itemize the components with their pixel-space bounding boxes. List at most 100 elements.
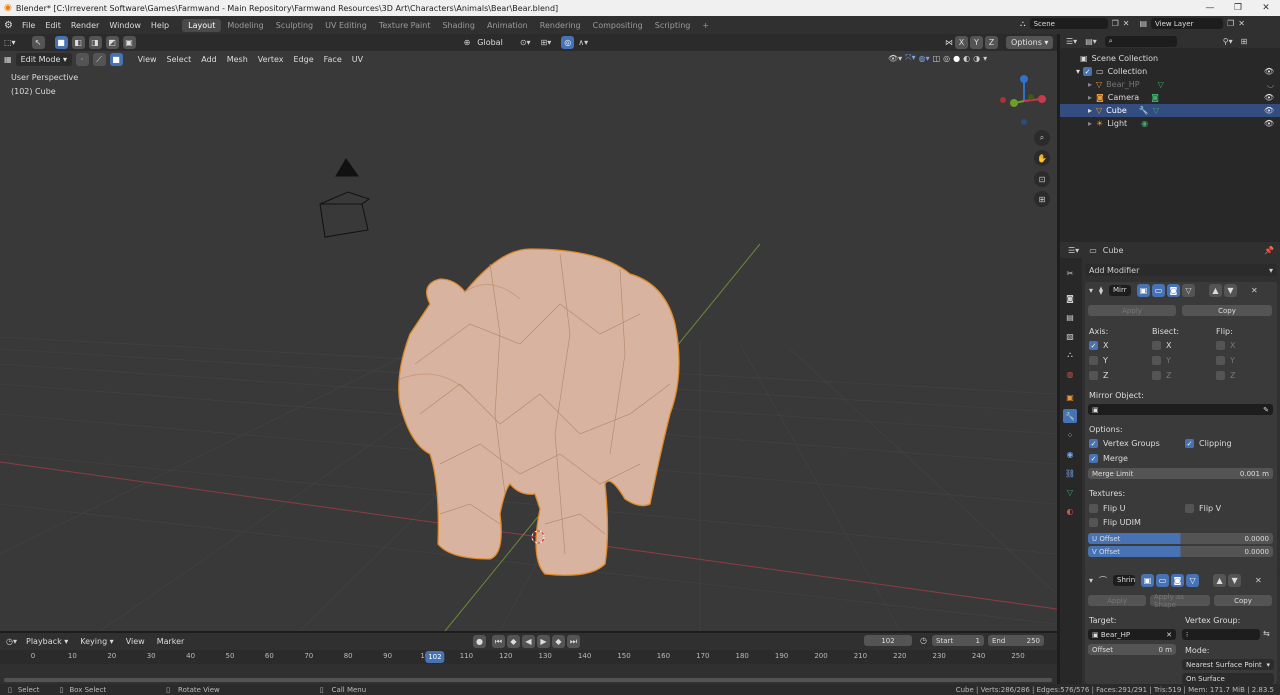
jump-start-icon[interactable]: ⏮ xyxy=(492,635,505,648)
shrinkwrap-name-field[interactable]: Shrin xyxy=(1113,574,1135,586)
bisect-x-checkbox[interactable] xyxy=(1152,341,1161,350)
view-layer-field[interactable]: View Layer xyxy=(1151,18,1224,29)
particles-tab-icon[interactable]: ⁘ xyxy=(1063,428,1077,442)
menu-render[interactable]: Render xyxy=(66,21,104,30)
play-icon[interactable]: ▶ xyxy=(537,635,550,648)
output-tab-icon[interactable]: ▤ xyxy=(1063,310,1077,324)
shrinkwrap-apply-button[interactable]: Apply xyxy=(1088,595,1146,606)
add-workspace-icon[interactable]: + xyxy=(696,19,715,32)
modifier-tab-icon[interactable]: 🔧 xyxy=(1063,409,1077,423)
menu-window[interactable]: Window xyxy=(104,21,146,30)
viewport-menu-vertex[interactable]: Vertex xyxy=(255,55,287,64)
edit-mode-toggle-icon[interactable]: ▣ xyxy=(1141,573,1155,587)
viewport-menu-view[interactable]: View xyxy=(135,55,160,64)
mode-icon[interactable]: ▦ xyxy=(4,55,12,64)
mirror-apply-button[interactable]: Apply xyxy=(1088,305,1176,316)
record-icon[interactable]: ● xyxy=(473,635,486,648)
rendered-shading-icon[interactable]: ◑ xyxy=(973,54,980,63)
expand-arrow-icon[interactable]: ▸ xyxy=(1088,93,1092,102)
shading-options-icon[interactable]: ▾ xyxy=(983,54,987,63)
outliner-item-camera[interactable]: ▸ ◙ Camera ◙ 👁 xyxy=(1060,91,1280,104)
edit-mode-dropdown[interactable]: Edit Mode ▾ xyxy=(15,53,72,66)
remove-modifier-icon[interactable]: ✕ xyxy=(1251,286,1258,295)
options-dropdown[interactable]: Options ▾ xyxy=(1006,36,1054,49)
current-frame-field[interactable]: 102 xyxy=(864,635,912,646)
mirror-object-field[interactable]: ▣ ✎ xyxy=(1088,404,1273,415)
start-frame-field[interactable]: Start 1 xyxy=(932,635,984,646)
viewport-menu-face[interactable]: Face xyxy=(321,55,345,64)
collection-eye-icon[interactable]: 👁 xyxy=(1264,67,1274,76)
properties-editor-icon[interactable]: ☰▾ xyxy=(1068,246,1079,255)
face-select-icon[interactable]: ■ xyxy=(109,53,123,66)
expand-arrow-icon[interactable]: ▸ xyxy=(1088,106,1092,115)
tool-tab-icon[interactable]: ✂ xyxy=(1063,266,1077,280)
v-offset-field[interactable]: V Offset 0.0000 xyxy=(1088,546,1273,557)
zoom-icon[interactable]: ⌕ xyxy=(1034,130,1050,146)
workspace-tab-layout[interactable]: Layout xyxy=(182,18,222,32)
workspace-tab-modeling[interactable]: Modeling xyxy=(221,19,269,32)
outliner-scene-collection[interactable]: ▣ Scene Collection xyxy=(1060,52,1280,65)
workspace-tab-rendering[interactable]: Rendering xyxy=(534,19,587,32)
minimize-button[interactable]: — xyxy=(1196,0,1224,16)
bear-hp-eye-icon[interactable]: ◡ xyxy=(1267,80,1274,89)
select-mode-intersect-icon[interactable]: ▣ xyxy=(122,36,136,49)
on-cage-toggle-icon[interactable]: ▽ xyxy=(1181,283,1195,297)
physics-tab-icon[interactable]: ◉ xyxy=(1063,447,1077,461)
gizmo-toggle-icon[interactable]: ⤧▾ xyxy=(905,53,915,63)
move-down-icon[interactable]: ▼ xyxy=(1223,283,1237,297)
timeline-menu-keying[interactable]: Keying ▾ xyxy=(77,637,116,646)
workspace-tab-texture-paint[interactable]: Texture Paint xyxy=(373,19,437,32)
data-tab-icon[interactable]: ▽ xyxy=(1063,485,1077,499)
axis-z-checkbox[interactable] xyxy=(1089,371,1098,380)
camera-view-icon[interactable]: ⊡ xyxy=(1034,171,1050,187)
collapse-arrow-icon[interactable]: ▾ xyxy=(1089,576,1093,585)
solid-shading-icon[interactable]: ● xyxy=(953,54,960,63)
outliner-display-mode-icon[interactable]: ▤▾ xyxy=(1085,37,1097,46)
expand-arrow-icon[interactable]: ▸ xyxy=(1088,119,1092,128)
workspace-tab-shading[interactable]: Shading xyxy=(436,19,481,32)
expand-arrow-icon[interactable]: ▾ xyxy=(1076,67,1080,76)
jump-end-icon[interactable]: ⏭ xyxy=(567,635,580,648)
workspace-tab-animation[interactable]: Animation xyxy=(481,19,534,32)
expand-arrow-icon[interactable]: ▸ xyxy=(1088,80,1092,89)
timeline-menu-playback[interactable]: Playback ▾ xyxy=(23,637,71,646)
light-eye-icon[interactable]: 👁 xyxy=(1264,119,1274,128)
perspective-toggle-icon[interactable]: ⊞ xyxy=(1034,191,1050,207)
view-layer-icon[interactable]: ▤ xyxy=(1139,19,1147,28)
viewport-menu-select[interactable]: Select xyxy=(164,55,195,64)
bisect-y-checkbox[interactable] xyxy=(1152,356,1161,365)
wireframe-shading-icon[interactable]: ◎ xyxy=(943,54,950,63)
on-cage-toggle-icon[interactable]: ▽ xyxy=(1186,573,1200,587)
bisect-z-checkbox[interactable] xyxy=(1152,371,1161,380)
falloff-icon[interactable]: ∧▾ xyxy=(578,38,588,47)
realtime-toggle-icon[interactable]: ▭ xyxy=(1151,283,1165,297)
collapse-arrow-icon[interactable]: ▾ xyxy=(1089,286,1093,295)
mirror-y-toggle[interactable]: Y xyxy=(970,36,983,49)
constraints-tab-icon[interactable]: ⛓ xyxy=(1063,466,1077,480)
edit-mode-toggle-icon[interactable]: ▣ xyxy=(1136,283,1150,297)
material-shading-icon[interactable]: ◐ xyxy=(963,54,970,63)
outliner-search-input[interactable]: ⌕ xyxy=(1104,35,1177,47)
render-tab-icon[interactable]: ◙ xyxy=(1063,291,1077,305)
viewport-scene[interactable] xyxy=(0,34,1057,631)
apply-as-shape-button[interactable]: Apply as Shape xyxy=(1150,593,1210,609)
jump-keyframe-forward-icon[interactable]: ◆ xyxy=(552,635,565,648)
invert-vertex-group-icon[interactable]: ⇆ xyxy=(1263,629,1270,638)
viewport-menu-uv[interactable]: UV xyxy=(349,55,366,64)
select-mode-new-icon[interactable]: ■ xyxy=(54,36,68,49)
transform-orientation-dropdown[interactable]: Global xyxy=(474,38,506,47)
viewport-menu-mesh[interactable]: Mesh xyxy=(224,55,251,64)
axis-x-checkbox[interactable]: ✓ xyxy=(1089,341,1098,350)
mirror-name-field[interactable]: Mirr xyxy=(1108,284,1131,296)
view-layer-tab-icon[interactable]: ▧ xyxy=(1063,329,1077,343)
timeline-scrollbar[interactable] xyxy=(4,678,1052,682)
merge-limit-field[interactable]: Merge Limit 0.001 m xyxy=(1088,468,1273,479)
mirror-copy-button[interactable]: Copy xyxy=(1182,305,1272,316)
workspace-tab-uv-editing[interactable]: UV Editing xyxy=(319,19,373,32)
jump-keyframe-back-icon[interactable]: ◆ xyxy=(507,635,520,648)
preview-range-icon[interactable]: ◷ xyxy=(920,636,927,645)
cube-eye-icon[interactable]: 👁 xyxy=(1264,106,1274,115)
transform-orientation-icon[interactable]: ⊕ xyxy=(464,38,471,47)
select-mode-extend-icon[interactable]: ◧ xyxy=(71,36,85,49)
flip-u-checkbox[interactable] xyxy=(1089,504,1098,513)
